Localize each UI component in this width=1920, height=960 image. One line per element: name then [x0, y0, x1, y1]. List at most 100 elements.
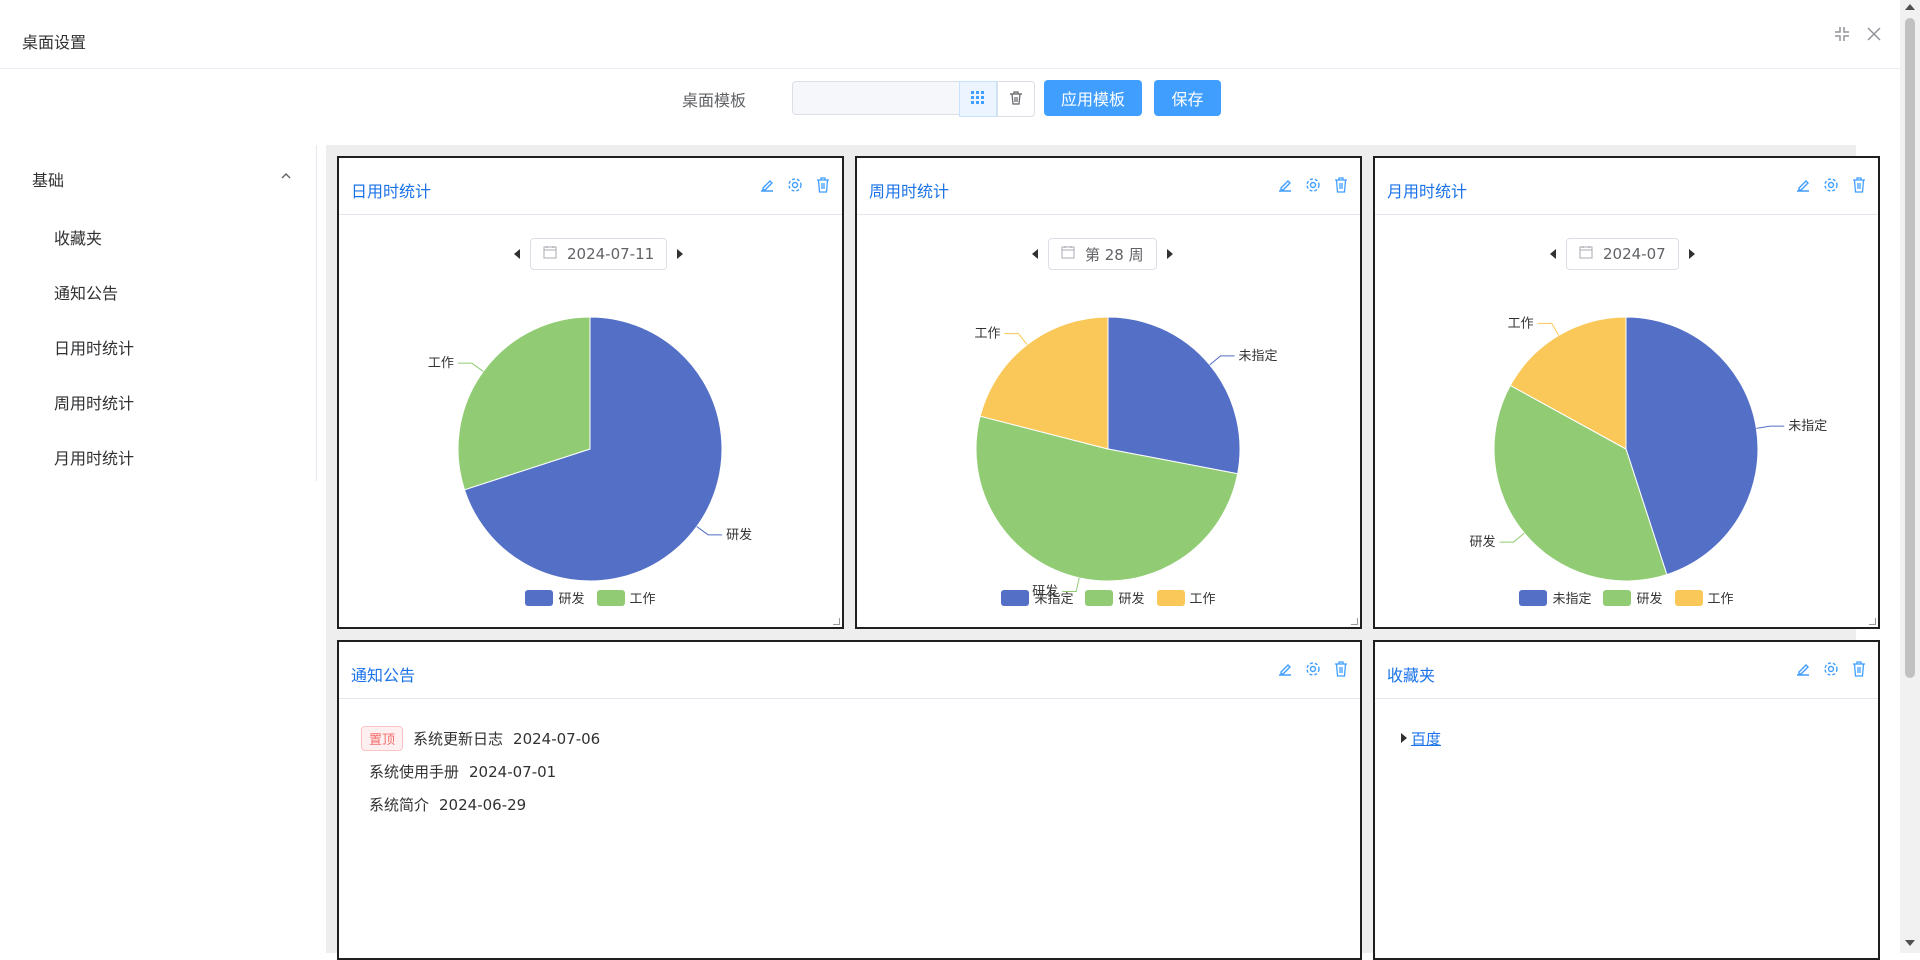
- pie-label-line: [1499, 532, 1525, 543]
- legend-swatch: [596, 589, 625, 606]
- scrollbar-thumb[interactable]: [1905, 18, 1915, 678]
- sidebar: [0, 145, 317, 481]
- favorite-link[interactable]: 百度: [1411, 728, 1441, 749]
- pie-label-line: [1537, 322, 1560, 336]
- dialog-header: [0, 0, 1900, 69]
- sidebar-item-daily[interactable]: 日用时统计: [54, 335, 134, 359]
- monthly-pie-chart: 未指定研发 工作: [1469, 316, 1827, 582]
- card-monthly: 月用时统计 2024-07 未指定 研发 工作 未指定 研发 工作: [1373, 156, 1880, 629]
- daily-pie-chart: 研发 工作: [428, 316, 752, 582]
- legend-swatch: [1085, 589, 1114, 606]
- trash-icon[interactable]: [1332, 660, 1350, 678]
- resize-handle[interactable]: [833, 618, 840, 625]
- legend-label: 研发: [1636, 592, 1663, 607]
- card-title: 收藏夹: [1387, 666, 1436, 685]
- scroll-down-arrow-icon[interactable]: [1905, 940, 1915, 946]
- sidebar-group-basic[interactable]: 基础: [32, 167, 64, 191]
- pie-slice-label: 工作: [428, 356, 454, 371]
- gear-icon[interactable]: [1822, 660, 1840, 678]
- pie-slice[interactable]: [1107, 316, 1241, 475]
- chart-legend: 未指定 研发 工作: [857, 588, 1360, 607]
- card-title: 通知公告: [351, 666, 416, 685]
- legend-label: 工作: [1189, 592, 1216, 607]
- card-tools: [1276, 660, 1350, 678]
- card-tools: [1794, 660, 1868, 678]
- notice-title: 系统更新日志: [413, 730, 504, 748]
- legend-item[interactable]: 工作: [596, 588, 656, 607]
- legend-swatch: [1603, 589, 1632, 606]
- legend-label: 研发: [1118, 592, 1145, 607]
- resize-handle[interactable]: [1869, 618, 1876, 625]
- legend-item[interactable]: 未指定: [1001, 588, 1073, 607]
- minimize-icon[interactable]: [1832, 24, 1852, 44]
- trash-icon: [1009, 90, 1023, 109]
- notice-title: 系统使用手册: [369, 763, 460, 781]
- chart-legend: 研发 工作: [339, 588, 842, 607]
- card-daily: 日用时统计 2024-07-11 研发 工作 研发 工作: [337, 156, 844, 629]
- legend-label: 未指定: [1034, 592, 1074, 607]
- pie-slice-label: 工作: [974, 327, 1000, 342]
- chart-legend: 未指定 研发 工作: [1375, 588, 1878, 607]
- pie-slice-label: 研发: [726, 527, 752, 543]
- grid-icon: [971, 90, 985, 109]
- legend-item[interactable]: 研发: [525, 588, 585, 607]
- grid-button[interactable]: [959, 81, 997, 117]
- legend-swatch: [1519, 589, 1548, 606]
- legend-label: 工作: [1707, 592, 1734, 607]
- legend-item[interactable]: 研发: [1085, 588, 1145, 607]
- edit-icon[interactable]: [1794, 660, 1812, 678]
- legend-swatch: [1156, 589, 1185, 606]
- legend-swatch: [1674, 589, 1703, 606]
- pie-slice-label: 工作: [1508, 316, 1534, 331]
- pie-label-line: [1756, 425, 1785, 429]
- chevron-up-icon[interactable]: [278, 168, 294, 184]
- legend-swatch: [1001, 589, 1030, 606]
- delete-template-button[interactable]: [997, 81, 1035, 117]
- legend-label: 研发: [558, 592, 585, 607]
- legend-item[interactable]: 未指定: [1519, 588, 1591, 607]
- notice-date: 2024-07-06: [513, 729, 601, 748]
- pie-label-line: [1004, 333, 1028, 346]
- pie-label-line: [1209, 355, 1235, 366]
- card-favorites: 收藏夹 百度: [1373, 640, 1880, 960]
- close-icon[interactable]: [1864, 24, 1884, 44]
- sidebar-item-notice[interactable]: 通知公告: [54, 280, 118, 304]
- card-divider: [339, 698, 1360, 699]
- pie-slice-label: 未指定: [1238, 349, 1277, 364]
- pie-slice-label: 研发: [1469, 534, 1495, 550]
- pinned-badge: 置顶: [361, 726, 404, 751]
- legend-label: 未指定: [1552, 592, 1592, 607]
- resize-handle[interactable]: [1351, 618, 1358, 625]
- card-notice: 通知公告 置顶 系统更新日志 2024-07-06 系统使用手册 2024-07…: [337, 640, 1362, 960]
- notice-item[interactable]: 置顶 系统更新日志 2024-07-06: [361, 726, 600, 751]
- trash-icon[interactable]: [1850, 660, 1868, 678]
- scroll-up-arrow-icon[interactable]: [1905, 4, 1915, 10]
- notice-item[interactable]: 系统使用手册 2024-07-01: [369, 761, 556, 782]
- card-weekly: 周用时统计 第 28 周 未指定 研发 工作 未指定 研发 工作: [855, 156, 1362, 629]
- legend-item[interactable]: 研发: [1603, 588, 1663, 607]
- legend-swatch: [525, 589, 554, 606]
- edit-icon[interactable]: [1276, 660, 1294, 678]
- caret-right-icon[interactable]: [1401, 733, 1407, 743]
- legend-item[interactable]: 工作: [1156, 588, 1216, 607]
- apply-template-button[interactable]: 应用模板: [1044, 80, 1142, 116]
- sidebar-item-weekly[interactable]: 周用时统计: [54, 390, 134, 414]
- gear-icon[interactable]: [1304, 660, 1322, 678]
- dialog-title: 桌面设置: [22, 33, 87, 52]
- sidebar-item-favorites[interactable]: 收藏夹: [54, 225, 102, 249]
- template-label: 桌面模板: [682, 91, 747, 110]
- notice-date: 2024-07-01: [469, 762, 557, 781]
- pie-label-line: [457, 362, 484, 372]
- notice-title: 系统简介: [369, 796, 430, 814]
- template-input[interactable]: [792, 81, 959, 115]
- pie-label-line: [696, 526, 723, 536]
- sidebar-item-monthly[interactable]: 月用时统计: [54, 445, 134, 469]
- legend-label: 工作: [629, 592, 656, 607]
- legend-item[interactable]: 工作: [1674, 588, 1734, 607]
- notice-date: 2024-06-29: [439, 795, 527, 814]
- save-button[interactable]: 保存: [1154, 80, 1221, 116]
- pie-slice-label: 未指定: [1788, 419, 1827, 434]
- weekly-pie-chart: 未指定研发工作: [974, 316, 1278, 599]
- notice-item[interactable]: 系统简介 2024-06-29: [369, 794, 526, 815]
- card-divider: [1375, 698, 1878, 699]
